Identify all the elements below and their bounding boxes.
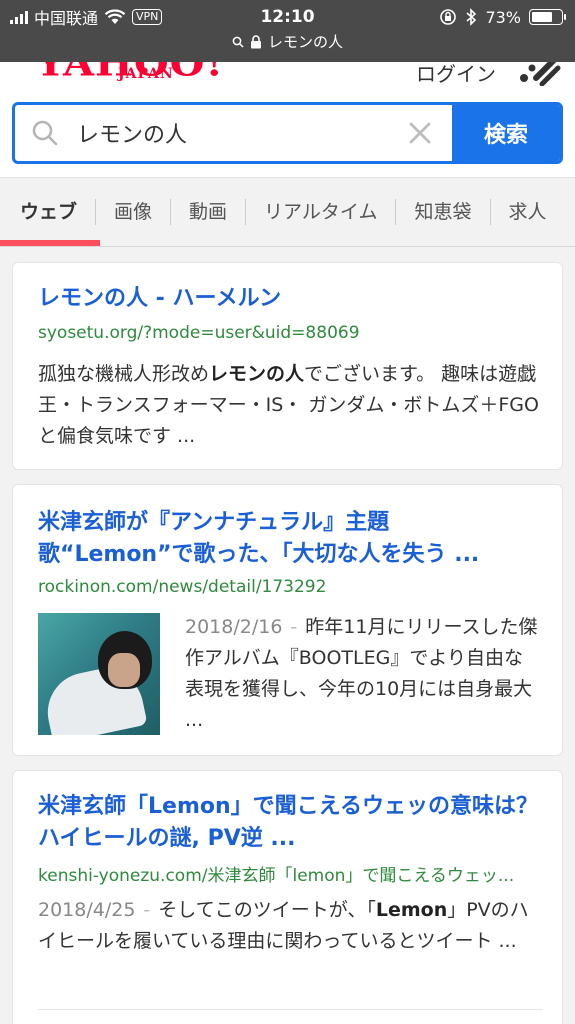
tab-realtime[interactable]: リアルタイム [246, 178, 395, 246]
clear-icon[interactable] [408, 121, 432, 145]
menu-icon[interactable] [518, 62, 562, 86]
tab-images[interactable]: 画像 [96, 178, 170, 246]
battery-percent: 73% [485, 7, 521, 27]
search-input[interactable] [77, 120, 397, 146]
result-description: 孤独な機械人形改めレモンの人でございます。 趣味は遊戯王・トランスフォーマー・I… [38, 359, 543, 452]
address-text: レモンの人 [267, 33, 343, 51]
result-card: 米津玄師が『アンナチュラル』主題歌“Lemon”で歌った、「大切な人を失う ..… [12, 484, 563, 756]
search-button[interactable]: 検索 [452, 105, 560, 161]
login-link[interactable]: ログイン [416, 62, 496, 87]
result-date: 2018/4/25 [38, 899, 136, 921]
status-bar: 中国联通 VPN 12:10 73% レモンの人 [0, 0, 575, 62]
rotation-lock-icon [440, 9, 457, 25]
divider [38, 1009, 543, 1010]
desc-text: そしてこのツイートが、「 [158, 899, 376, 921]
result-description: 2018/2/16- 昨年11月にリリースした傑作アルバム『BOOTLEG』でより… [185, 616, 538, 731]
battery-fill [532, 12, 552, 22]
result-date: 2018/2/16 [185, 616, 283, 638]
result-title[interactable]: レモンの人 - ハーメルン [38, 283, 543, 315]
desc-text: 孤独な機械人形改め [38, 363, 210, 385]
tab-chiebukuro[interactable]: 知恵袋 [396, 178, 489, 246]
search-tabs: ウェブ 画像 動画 リアルタイム 知恵袋 求人 [0, 177, 575, 247]
result-title[interactable]: 米津玄師「Lemon」で聞こえるウェッの意味は？ハイヒールの謎, PV逆 ... [38, 791, 543, 855]
search-icon [32, 120, 58, 146]
result-card: レモンの人 - ハーメルン syosetu.org/?mode=user&uid… [12, 262, 563, 470]
result-card: 米津玄師「Lemon」で聞こえるウェッの意味は？ハイヒールの謎, PV逆 ...… [12, 770, 563, 1024]
search-icon [232, 36, 244, 48]
header: YAHOO! JAPAN ログイン 検索 [0, 62, 575, 177]
search-field[interactable] [15, 105, 452, 161]
bluetooth-icon [466, 8, 477, 26]
tab-web[interactable]: ウェブ [0, 178, 95, 246]
search-box: 検索 [12, 102, 563, 164]
result-description: 2018/4/25- そしてこのツイートが、「Lemon」PVのハイヒールを履いて… [38, 899, 529, 952]
result-url[interactable]: kenshi-yonezu.com/米津玄師「lemon」で聞こえるウェッ... [38, 861, 538, 886]
result-url[interactable]: syosetu.org/?mode=user&uid=88069 [38, 323, 538, 343]
lock-icon [250, 34, 261, 48]
yahoo-logo-sub: JAPAN [118, 66, 174, 82]
result-title[interactable]: 米津玄師が『アンナチュラル』主題歌“Lemon”で歌った、「大切な人を失う ..… [38, 507, 543, 571]
address-bar[interactable]: レモンの人 [0, 31, 575, 52]
tab-videos[interactable]: 動画 [171, 178, 245, 246]
result-url[interactable]: rockinon.com/news/detail/173292 [38, 577, 538, 597]
tab-jobs[interactable]: 求人 [491, 178, 565, 246]
desc-highlight: Lemon [375, 899, 448, 921]
active-tab-indicator [0, 240, 100, 246]
desc-highlight: レモンの人 [209, 363, 305, 385]
battery-icon [529, 9, 566, 25]
result-thumbnail[interactable] [38, 613, 160, 735]
